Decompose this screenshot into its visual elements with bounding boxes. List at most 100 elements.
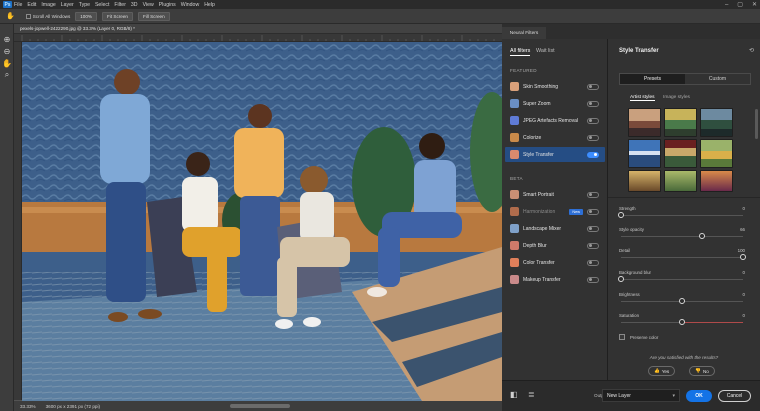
beta-heading: BETA [510, 176, 523, 181]
filter-row[interactable]: Depth Blur [505, 238, 605, 253]
style-thumb[interactable] [700, 170, 733, 192]
preserve-color-checkbox[interactable]: Preserve color [619, 334, 658, 340]
document-canvas[interactable] [22, 42, 502, 401]
tab-all-filters[interactable]: All filters [510, 48, 531, 56]
slider-track[interactable] [621, 257, 743, 258]
tab-image-styles[interactable]: Image styles [663, 95, 690, 100]
param-slider: Detail 100 [619, 248, 746, 262]
reset-icon[interactable]: ⟲ [749, 47, 754, 54]
ok-button[interactable]: OK [686, 390, 712, 402]
filter-label: Makeup Transfer [523, 276, 561, 283]
filter-toggle[interactable] [587, 83, 599, 90]
window-controls: – ▢ ✕ [725, 0, 757, 9]
filters-list-panel: All filters Wait list FEATURED Skin Smoo… [502, 39, 608, 380]
style-thumb[interactable] [664, 108, 697, 137]
menu-item[interactable]: Image [41, 2, 55, 8]
slider-knob[interactable] [679, 298, 685, 304]
filter-toggle[interactable] [587, 276, 599, 283]
param-label: Brightness [619, 292, 640, 297]
menu-item[interactable]: Filter [114, 2, 126, 8]
slider-track[interactable] [621, 279, 743, 280]
maximize-icon[interactable]: ▢ [737, 1, 743, 8]
hand-tool-icon[interactable]: ✋ [6, 12, 15, 20]
tab-wait-list[interactable]: Wait list [536, 48, 555, 54]
status-zoom: 33.33% [20, 403, 36, 409]
slider-knob[interactable] [698, 233, 705, 239]
horizontal-scrollbar[interactable] [230, 404, 290, 408]
neural-filters-tab[interactable]: Neural Filters [502, 27, 546, 39]
filter-row[interactable]: Harmonization New [505, 204, 605, 219]
style-thumb[interactable] [664, 170, 697, 192]
yes-button[interactable]: 👍 Yes [648, 366, 676, 376]
slider-knob[interactable] [618, 212, 624, 218]
custom-button[interactable]: Custom [685, 74, 750, 84]
menu-item[interactable]: Select [95, 2, 109, 8]
filter-row[interactable]: Style Transfer [505, 147, 605, 162]
menu-item[interactable]: Edit [27, 2, 36, 8]
menu-item[interactable]: Window [181, 2, 199, 8]
slider-track[interactable] [621, 215, 743, 216]
menu-item[interactable]: File [14, 2, 22, 8]
hand-icon[interactable]: ✋ [2, 58, 12, 68]
fit-screen-button[interactable]: Fit Screen [102, 11, 133, 21]
style-thumb[interactable] [628, 108, 661, 137]
filter-icon [510, 150, 519, 159]
scroll-all-windows-checkbox[interactable]: Scroll All Windows [25, 13, 70, 19]
style-thumb[interactable] [628, 170, 661, 192]
canvas-image [22, 42, 502, 401]
param-slider: Brightness 0 [619, 292, 745, 306]
filter-row[interactable]: Super Zoom [505, 96, 605, 111]
output-select[interactable]: New Layer [602, 389, 680, 402]
menu-item[interactable]: View [143, 2, 154, 8]
filter-label: JPEG Artefacts Removal [523, 117, 579, 124]
slider-knob[interactable] [679, 319, 685, 325]
checkbox-box[interactable] [619, 334, 625, 340]
style-thumb[interactable] [700, 139, 733, 168]
filter-toggle[interactable] [587, 242, 599, 249]
filter-row[interactable]: Colorize [505, 130, 605, 145]
style-thumb[interactable] [664, 139, 697, 168]
filter-label: Skin Smoothing [523, 83, 559, 90]
filter-toggle[interactable] [587, 191, 599, 198]
filter-toggle[interactable] [587, 259, 599, 266]
filter-row[interactable]: Smart Portrait [505, 187, 605, 202]
filter-toggle[interactable] [587, 151, 599, 158]
style-thumb[interactable] [628, 139, 661, 168]
minimize-icon[interactable]: – [725, 2, 728, 8]
filter-row[interactable]: Skin Smoothing [505, 79, 605, 94]
zoom-100-button[interactable]: 100% [75, 11, 97, 21]
slider-track[interactable] [621, 236, 743, 237]
filter-toggle[interactable] [587, 208, 599, 215]
filter-toggle[interactable] [587, 225, 599, 232]
cancel-button[interactable]: Cancel [718, 390, 751, 402]
filter-toggle[interactable] [587, 100, 599, 107]
filter-icon [510, 241, 519, 250]
fill-screen-button[interactable]: Fill Screen [137, 11, 170, 21]
filter-row[interactable]: Landscape Mixer [505, 221, 605, 236]
filter-row[interactable]: Makeup Transfer [505, 272, 605, 287]
thumbs-scrollbar[interactable] [755, 109, 758, 139]
filter-toggle[interactable] [587, 134, 599, 141]
brush-add-icon[interactable]: ⊕ [2, 34, 12, 44]
tab-artist-styles[interactable]: Artist styles [630, 95, 655, 101]
brush-subtract-icon[interactable]: ⊖ [2, 46, 12, 56]
slider-knob[interactable] [618, 276, 624, 282]
filter-row[interactable]: JPEG Artefacts Removal [505, 113, 605, 128]
no-button[interactable]: 👎 No [689, 366, 715, 376]
menu-item[interactable]: Help [204, 2, 215, 8]
layers-icon[interactable]: ≣ [528, 390, 535, 399]
menu-item[interactable]: Type [79, 2, 90, 8]
style-thumb[interactable] [700, 108, 733, 137]
menu-item[interactable]: Plugins [159, 2, 176, 8]
document-tab[interactable]: pexels-jopwell-2422290.jpg @ 33.3% (Laye… [14, 24, 502, 34]
menu-item[interactable]: 3D [131, 2, 138, 8]
filter-row[interactable]: Color Transfer [505, 255, 605, 270]
filter-label: Harmonization [523, 208, 556, 215]
filter-toggle[interactable] [587, 117, 599, 124]
zoom-icon[interactable]: ⌕ [2, 70, 12, 80]
presets-button[interactable]: Presets [620, 74, 685, 84]
slider-knob[interactable] [740, 254, 746, 260]
close-icon[interactable]: ✕ [752, 1, 757, 8]
compare-icon[interactable]: ◧ [510, 390, 518, 399]
menu-item[interactable]: Layer [61, 2, 74, 8]
